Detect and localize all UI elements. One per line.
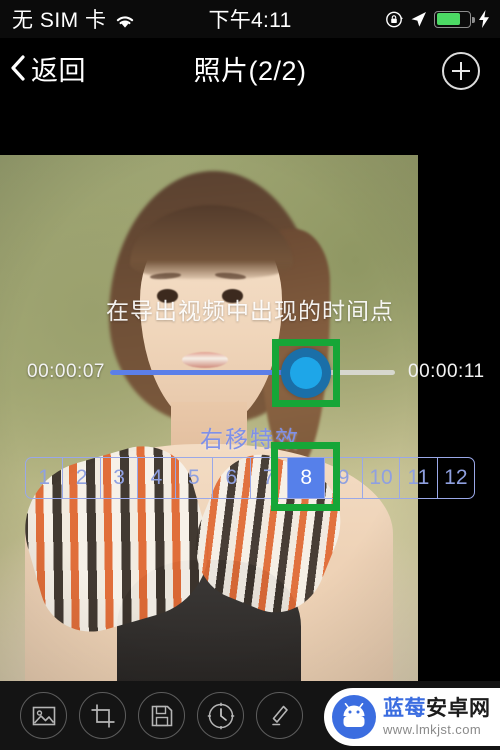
segment-5[interactable]: 5 [176, 458, 214, 498]
save-icon [150, 704, 174, 728]
segment-2[interactable]: 2 [63, 458, 101, 498]
segment-11[interactable]: 11 [400, 458, 438, 498]
lightning-bolt-icon [478, 10, 490, 28]
segment-4[interactable]: 4 [138, 458, 176, 498]
slider-end-time: 00:00:11 [408, 361, 485, 382]
image-icon [31, 703, 57, 729]
segment-7[interactable]: 7 [251, 458, 288, 498]
location-arrow-icon [410, 11, 427, 28]
crop-icon [90, 703, 116, 729]
time-slider-fill [110, 370, 304, 375]
watermark-title-blue: 蓝莓 [383, 697, 426, 720]
battery-icon [434, 10, 475, 28]
save-button[interactable] [138, 692, 185, 739]
page-title: 照片(2/2) [193, 55, 307, 86]
segment-1[interactable]: 1 [26, 458, 64, 498]
add-button[interactable] [442, 52, 480, 90]
pencil-icon [268, 704, 292, 728]
frame-segmented-control[interactable]: 1 2 3 4 5 6 7 8 9 10 11 12 [25, 457, 475, 499]
segment-12[interactable]: 12 [438, 458, 474, 498]
time-slider-knob[interactable] [281, 348, 331, 398]
segment-8[interactable]: 8 [287, 458, 326, 498]
segment-9[interactable]: 9 [325, 458, 363, 498]
watermark-title-dark: 安卓网 [426, 697, 491, 720]
watermark-title: 蓝莓安卓网 [383, 698, 491, 719]
watermark-text: 蓝莓安卓网 www.lmkjst.com [383, 698, 491, 736]
slider-start-time: 00:00:07 [27, 361, 105, 382]
status-bar-right [385, 10, 490, 28]
segment-3[interactable]: 3 [101, 458, 139, 498]
time-slider-track[interactable] [110, 370, 395, 375]
time-slider-row: 00:00:07 00:00:11 [0, 360, 500, 386]
site-watermark: 蓝莓安卓网 www.lmkjst.com [324, 688, 500, 746]
phone-screen: 无 SIM 卡 下午4:11 返回 照片(2/2) 在导出视频中出现的时间点 0… [0, 0, 500, 750]
crop-button[interactable] [79, 692, 126, 739]
photo-preview[interactable] [0, 155, 418, 681]
navigation-bar: 返回 照片(2/2) [0, 38, 500, 98]
clock-icon [207, 702, 235, 730]
export-time-caption: 在导出视频中出现的时间点 [106, 298, 394, 324]
timer-button[interactable] [197, 692, 244, 739]
status-bar: 无 SIM 卡 下午4:11 [0, 0, 500, 38]
watermark-url: www.lmkjst.com [383, 722, 482, 737]
android-robot-icon [332, 695, 376, 739]
photo-canvas [0, 98, 500, 681]
rotation-lock-icon [385, 10, 403, 28]
segment-6[interactable]: 6 [213, 458, 251, 498]
effect-label: 右移特效 [200, 426, 300, 452]
draw-button[interactable] [256, 692, 303, 739]
image-button[interactable] [20, 692, 67, 739]
segment-10[interactable]: 10 [363, 458, 401, 498]
